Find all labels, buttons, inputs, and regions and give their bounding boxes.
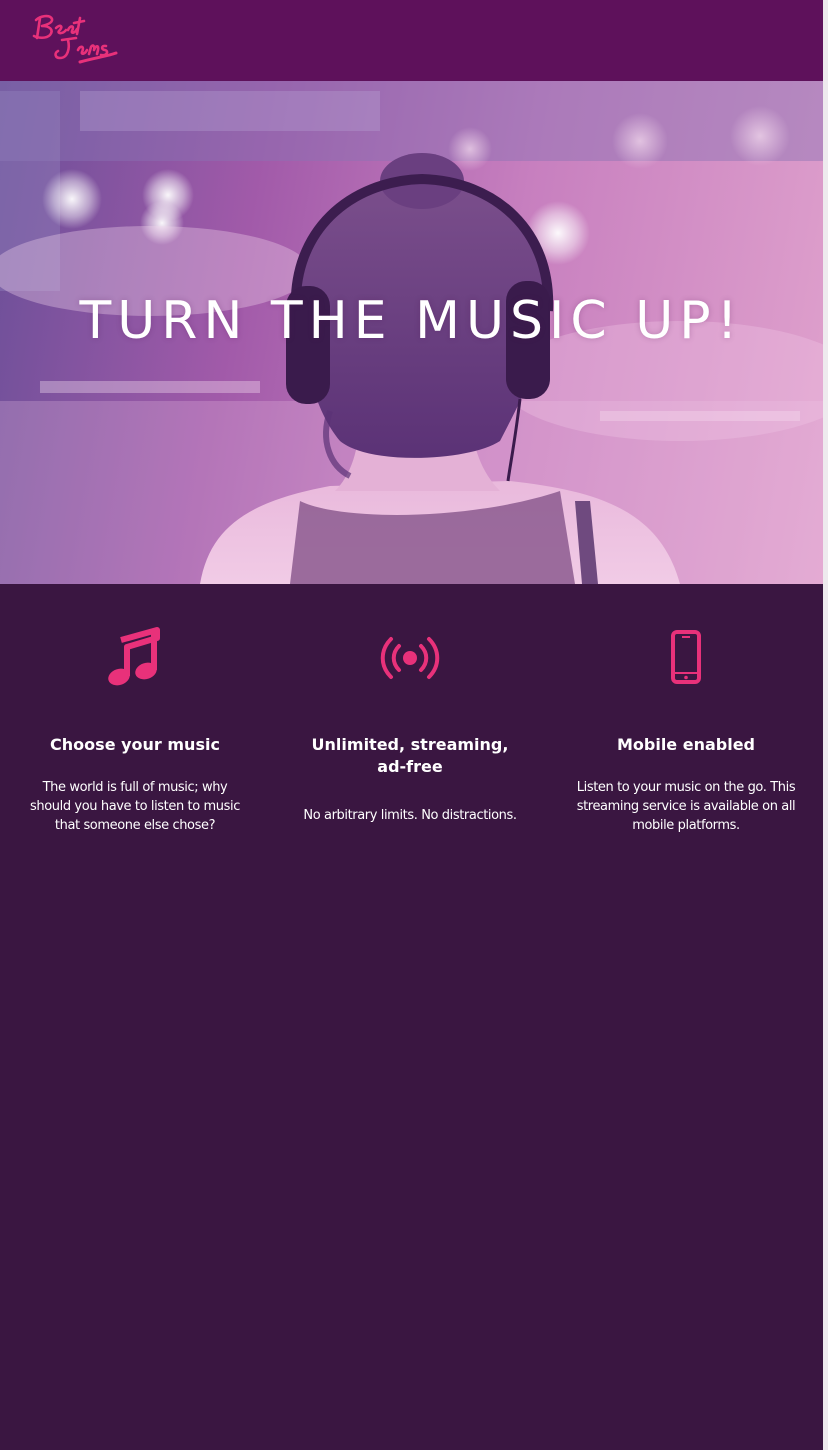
hero-banner: TURN THE MUSIC UP! bbox=[0, 81, 823, 584]
feature-unlimited-streaming: Unlimited, streaming, ad-free No arbitra… bbox=[290, 584, 530, 825]
feature-title: Unlimited, streaming, ad-free bbox=[311, 735, 509, 776]
feature-choose-music: Choose your music The world is full of m… bbox=[15, 584, 255, 835]
page: TURN THE MUSIC UP! Choose your music The… bbox=[0, 0, 828, 1450]
feature-description: The world is full of music; why should y… bbox=[30, 780, 240, 833]
feature-description: No arbitrary limits. No distractions. bbox=[303, 808, 517, 823]
music-note-icon bbox=[108, 627, 160, 686]
window-edge bbox=[823, 0, 828, 1450]
hero-title: TURN THE MUSIC UP! bbox=[79, 291, 744, 351]
feature-title: Mobile enabled bbox=[616, 735, 756, 754]
site-header bbox=[0, 0, 823, 81]
broadcast-icon bbox=[380, 637, 440, 679]
features-section: Choose your music The world is full of m… bbox=[0, 584, 823, 884]
feature-title: Choose your music bbox=[50, 735, 220, 754]
brand-logo[interactable] bbox=[28, 6, 120, 68]
mobile-phone-icon bbox=[671, 630, 701, 684]
feature-description: Listen to your music on the go. This str… bbox=[576, 780, 796, 833]
feature-mobile-enabled: Mobile enabled Listen to your music on t… bbox=[566, 584, 806, 835]
logo-script-icon bbox=[32, 14, 118, 64]
